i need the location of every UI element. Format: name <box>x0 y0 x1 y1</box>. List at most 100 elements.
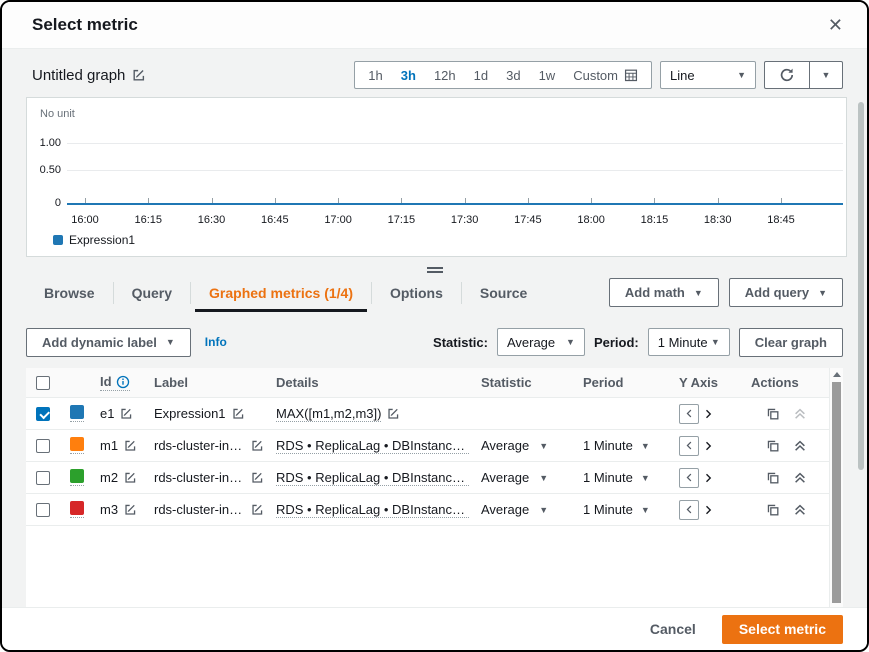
row-statistic-select[interactable]: Average <box>481 502 529 517</box>
close-icon[interactable]: ✕ <box>828 16 843 34</box>
color-swatch[interactable] <box>70 501 84 518</box>
select-all-checkbox[interactable] <box>36 376 50 390</box>
select-metric-button[interactable]: Select metric <box>722 615 843 644</box>
edit-graph-title-icon[interactable] <box>132 68 146 82</box>
select-metric-dialog: Select metric ✕ Untitled graph 1h 3h 12h… <box>0 0 869 652</box>
tab-graphed-metrics[interactable]: Graphed metrics (1/4) <box>191 276 371 310</box>
range-12h[interactable]: 12h <box>425 68 465 83</box>
chevron-down-icon: ▼ <box>822 70 831 80</box>
legend-color-swatch <box>53 235 63 245</box>
panel-resize-handle[interactable] <box>427 265 443 275</box>
chevron-down-icon: ▼ <box>641 505 650 515</box>
range-1d[interactable]: 1d <box>465 68 497 83</box>
scroll-up-arrow-icon[interactable] <box>833 372 841 377</box>
edit-label-icon[interactable] <box>251 439 264 452</box>
duplicate-icon[interactable] <box>766 407 780 421</box>
chevron-down-icon: ▼ <box>641 441 650 451</box>
y-axis-right-toggle[interactable] <box>702 440 714 452</box>
column-header-details: Details <box>270 375 475 390</box>
info-icon[interactable] <box>116 375 130 389</box>
info-link[interactable]: Info <box>205 335 227 349</box>
tab-options[interactable]: Options <box>372 276 461 310</box>
range-3d[interactable]: 3d <box>497 68 529 83</box>
edit-label-icon[interactable] <box>251 471 264 484</box>
chart-type-select[interactable]: Line ▼ <box>660 61 756 89</box>
statistic-select[interactable]: Average ▼ <box>497 328 585 356</box>
dialog-scrollbar[interactable] <box>858 102 864 470</box>
y-axis-right-toggle[interactable] <box>702 472 714 484</box>
y-axis-left-toggle[interactable] <box>679 436 699 456</box>
y-axis-right-toggle[interactable] <box>702 504 714 516</box>
row-statistic-select[interactable]: Average <box>481 470 529 485</box>
column-header-statistic: Statistic <box>475 375 577 390</box>
range-1h[interactable]: 1h <box>359 68 391 83</box>
metric-details[interactable]: MAX([m1,m2,m3]) <box>276 406 381 422</box>
edit-label-icon[interactable] <box>251 503 264 516</box>
period-label: Period: <box>594 335 639 350</box>
row-checkbox[interactable] <box>36 503 50 517</box>
time-range-group: 1h 3h 12h 1d 3d 1w Custom <box>354 61 652 89</box>
row-period-select[interactable]: 1 Minute <box>583 470 633 485</box>
color-swatch[interactable] <box>70 405 84 422</box>
y-axis-left-toggle[interactable] <box>679 404 699 424</box>
clear-graph-label: Clear graph <box>755 335 827 350</box>
y-axis-right-toggle[interactable] <box>702 408 714 420</box>
row-statistic-select[interactable]: Average <box>481 438 529 453</box>
y-axis-left-toggle[interactable] <box>679 500 699 520</box>
metric-details-link[interactable]: RDS • ReplicaLag • DBInstanceIde... <box>276 470 469 486</box>
color-swatch[interactable] <box>70 469 84 486</box>
y-axis-unit-label: No unit <box>40 108 75 120</box>
row-period-select[interactable]: 1 Minute <box>583 438 633 453</box>
row-checkbox[interactable] <box>36 439 50 453</box>
edit-id-icon[interactable] <box>124 471 137 484</box>
add-math-button[interactable]: Add math ▼ <box>609 278 719 307</box>
gridline <box>67 143 843 144</box>
table-row-m1: m1 rds-cluster-ins... RDS • ReplicaLag •… <box>26 430 829 462</box>
duplicate-icon[interactable] <box>766 471 780 485</box>
tab-bar: Browse Query Graphed metrics (1/4) Optio… <box>26 276 545 310</box>
refresh-button[interactable] <box>765 62 809 88</box>
duplicate-icon[interactable] <box>766 503 780 517</box>
color-swatch[interactable] <box>70 437 84 454</box>
chart-legend[interactable]: Expression1 <box>53 233 135 247</box>
x-tick-mark <box>781 198 782 203</box>
column-header-id: Id <box>94 374 148 391</box>
x-tick-label: 16:45 <box>261 214 289 226</box>
clear-graph-button[interactable]: Clear graph <box>739 328 843 357</box>
range-3h[interactable]: 3h <box>392 68 425 83</box>
move-up-icon[interactable] <box>793 471 807 485</box>
row-checkbox[interactable] <box>36 471 50 485</box>
tab-browse[interactable]: Browse <box>26 276 113 310</box>
edit-details-icon[interactable] <box>387 407 400 420</box>
duplicate-icon[interactable] <box>766 439 780 453</box>
add-query-button[interactable]: Add query ▼ <box>729 278 843 307</box>
chevron-down-icon: ▼ <box>539 473 548 483</box>
y-tick-label: 0.50 <box>27 164 61 176</box>
period-select[interactable]: 1 Minute ▼ <box>648 328 730 356</box>
range-custom[interactable]: Custom <box>564 68 647 83</box>
table-scrollbar[interactable] <box>829 368 843 607</box>
toolbar-right: Statistic: Average ▼ Period: 1 Minute ▼ … <box>433 328 843 357</box>
edit-label-icon[interactable] <box>232 407 245 420</box>
move-up-icon[interactable] <box>793 439 807 453</box>
metric-details-link[interactable]: RDS • ReplicaLag • DBInstanceIde... <box>276 502 469 518</box>
y-tick-label: 1.00 <box>27 137 61 149</box>
tab-query[interactable]: Query <box>114 276 190 310</box>
cancel-button[interactable]: Cancel <box>650 621 696 637</box>
metric-details-link[interactable]: RDS • ReplicaLag • DBInstanceIde... <box>276 438 469 454</box>
refresh-options-button[interactable]: ▼ <box>809 62 842 88</box>
scrollbar-thumb[interactable] <box>832 382 841 603</box>
edit-id-icon[interactable] <box>120 407 133 420</box>
move-up-icon[interactable] <box>793 407 807 421</box>
range-1w[interactable]: 1w <box>530 68 565 83</box>
move-up-icon[interactable] <box>793 503 807 517</box>
row-checkbox[interactable] <box>36 407 50 421</box>
y-axis-left-toggle[interactable] <box>679 468 699 488</box>
edit-id-icon[interactable] <box>124 439 137 452</box>
add-dynamic-label-button[interactable]: Add dynamic label ▼ <box>26 328 191 357</box>
edit-id-icon[interactable] <box>124 503 137 516</box>
row-period-select[interactable]: 1 Minute <box>583 502 633 517</box>
chevron-down-icon: ▼ <box>641 473 650 483</box>
tab-source[interactable]: Source <box>462 276 545 310</box>
x-tick-mark <box>212 198 213 203</box>
